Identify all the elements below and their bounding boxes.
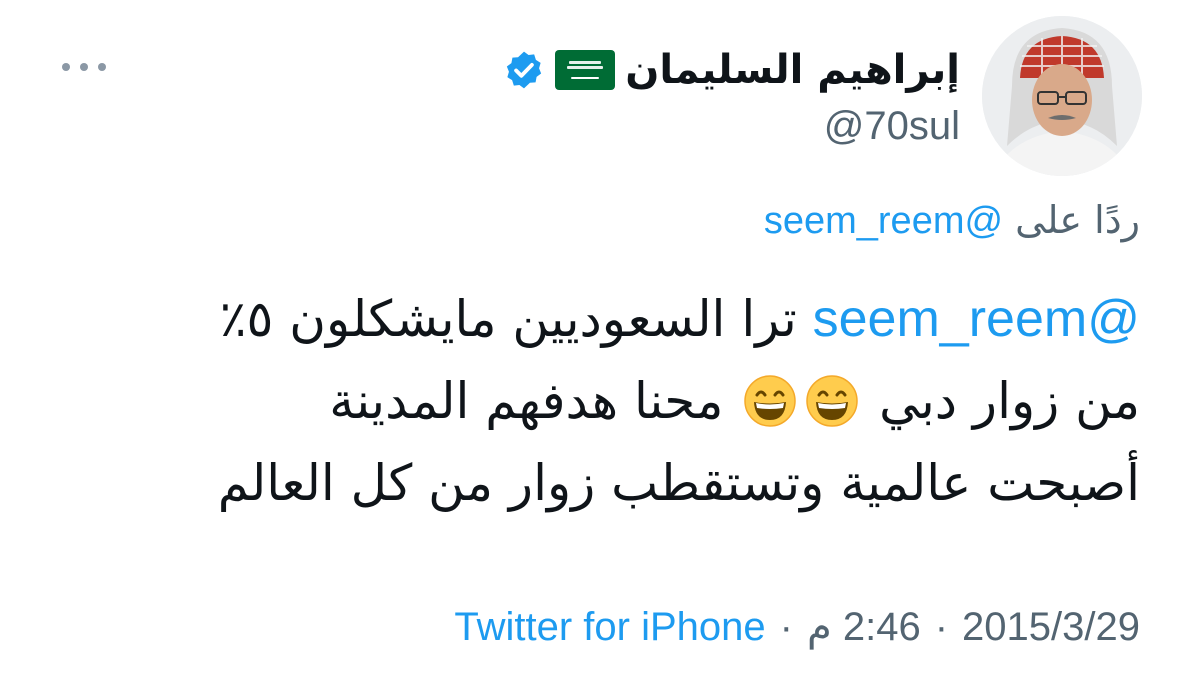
tweet-meta: 2015/3/29 · 2:46 م · Twitter for iPhone xyxy=(454,604,1140,650)
tweet-date[interactable]: 2015/3/29 xyxy=(962,605,1140,650)
replying-to-label: ردًا على xyxy=(1015,198,1140,242)
avatar-image xyxy=(982,16,1142,176)
replying-to: ردًا على @seem_reem xyxy=(764,198,1140,243)
tweet-source-link[interactable]: Twitter for iPhone xyxy=(454,605,765,650)
tweet-mention[interactable]: @seem_reem xyxy=(813,290,1140,348)
tweet-line-1-text: ترا السعوديين مايشكلون ٥٪ xyxy=(219,290,797,348)
author-name-row[interactable]: إبراهيم السليمان xyxy=(503,38,960,102)
meta-separator: · xyxy=(934,604,949,649)
tweet-line-2: من زوار دبي محنا هدفهم المدينة xyxy=(60,360,1140,442)
tweet-line-1: @seem_reem ترا السعوديين مايشكلون ٥٪ xyxy=(60,278,1140,360)
verified-badge-icon xyxy=(503,49,545,91)
tweet-line-2-end: محنا هدفهم المدينة xyxy=(329,372,724,430)
tweet-text: @seem_reem ترا السعوديين مايشكلون ٥٪ من … xyxy=(60,278,1140,524)
saudi-flag-icon xyxy=(555,50,616,90)
tweet: إبراهيم السليمان @70sul ردًا على @seem_r… xyxy=(0,0,1200,689)
display-name[interactable]: إبراهيم السليمان xyxy=(625,47,960,93)
author-handle[interactable]: @70sul xyxy=(824,104,960,149)
avatar[interactable] xyxy=(982,16,1142,176)
more-options-icon[interactable] xyxy=(62,60,106,74)
meta-separator: · xyxy=(779,604,793,649)
replying-to-mention[interactable]: @seem_reem xyxy=(764,200,1003,242)
grinning-emoji-icon xyxy=(743,370,797,427)
tweet-time[interactable]: 2:46 م xyxy=(807,604,921,650)
grinning-emoji-icon xyxy=(805,370,859,427)
tweet-line-2-start: من زوار دبي xyxy=(879,372,1140,430)
tweet-line-3: أصبحت عالمية وتستقطب زوار من كل العالم xyxy=(217,454,1140,512)
